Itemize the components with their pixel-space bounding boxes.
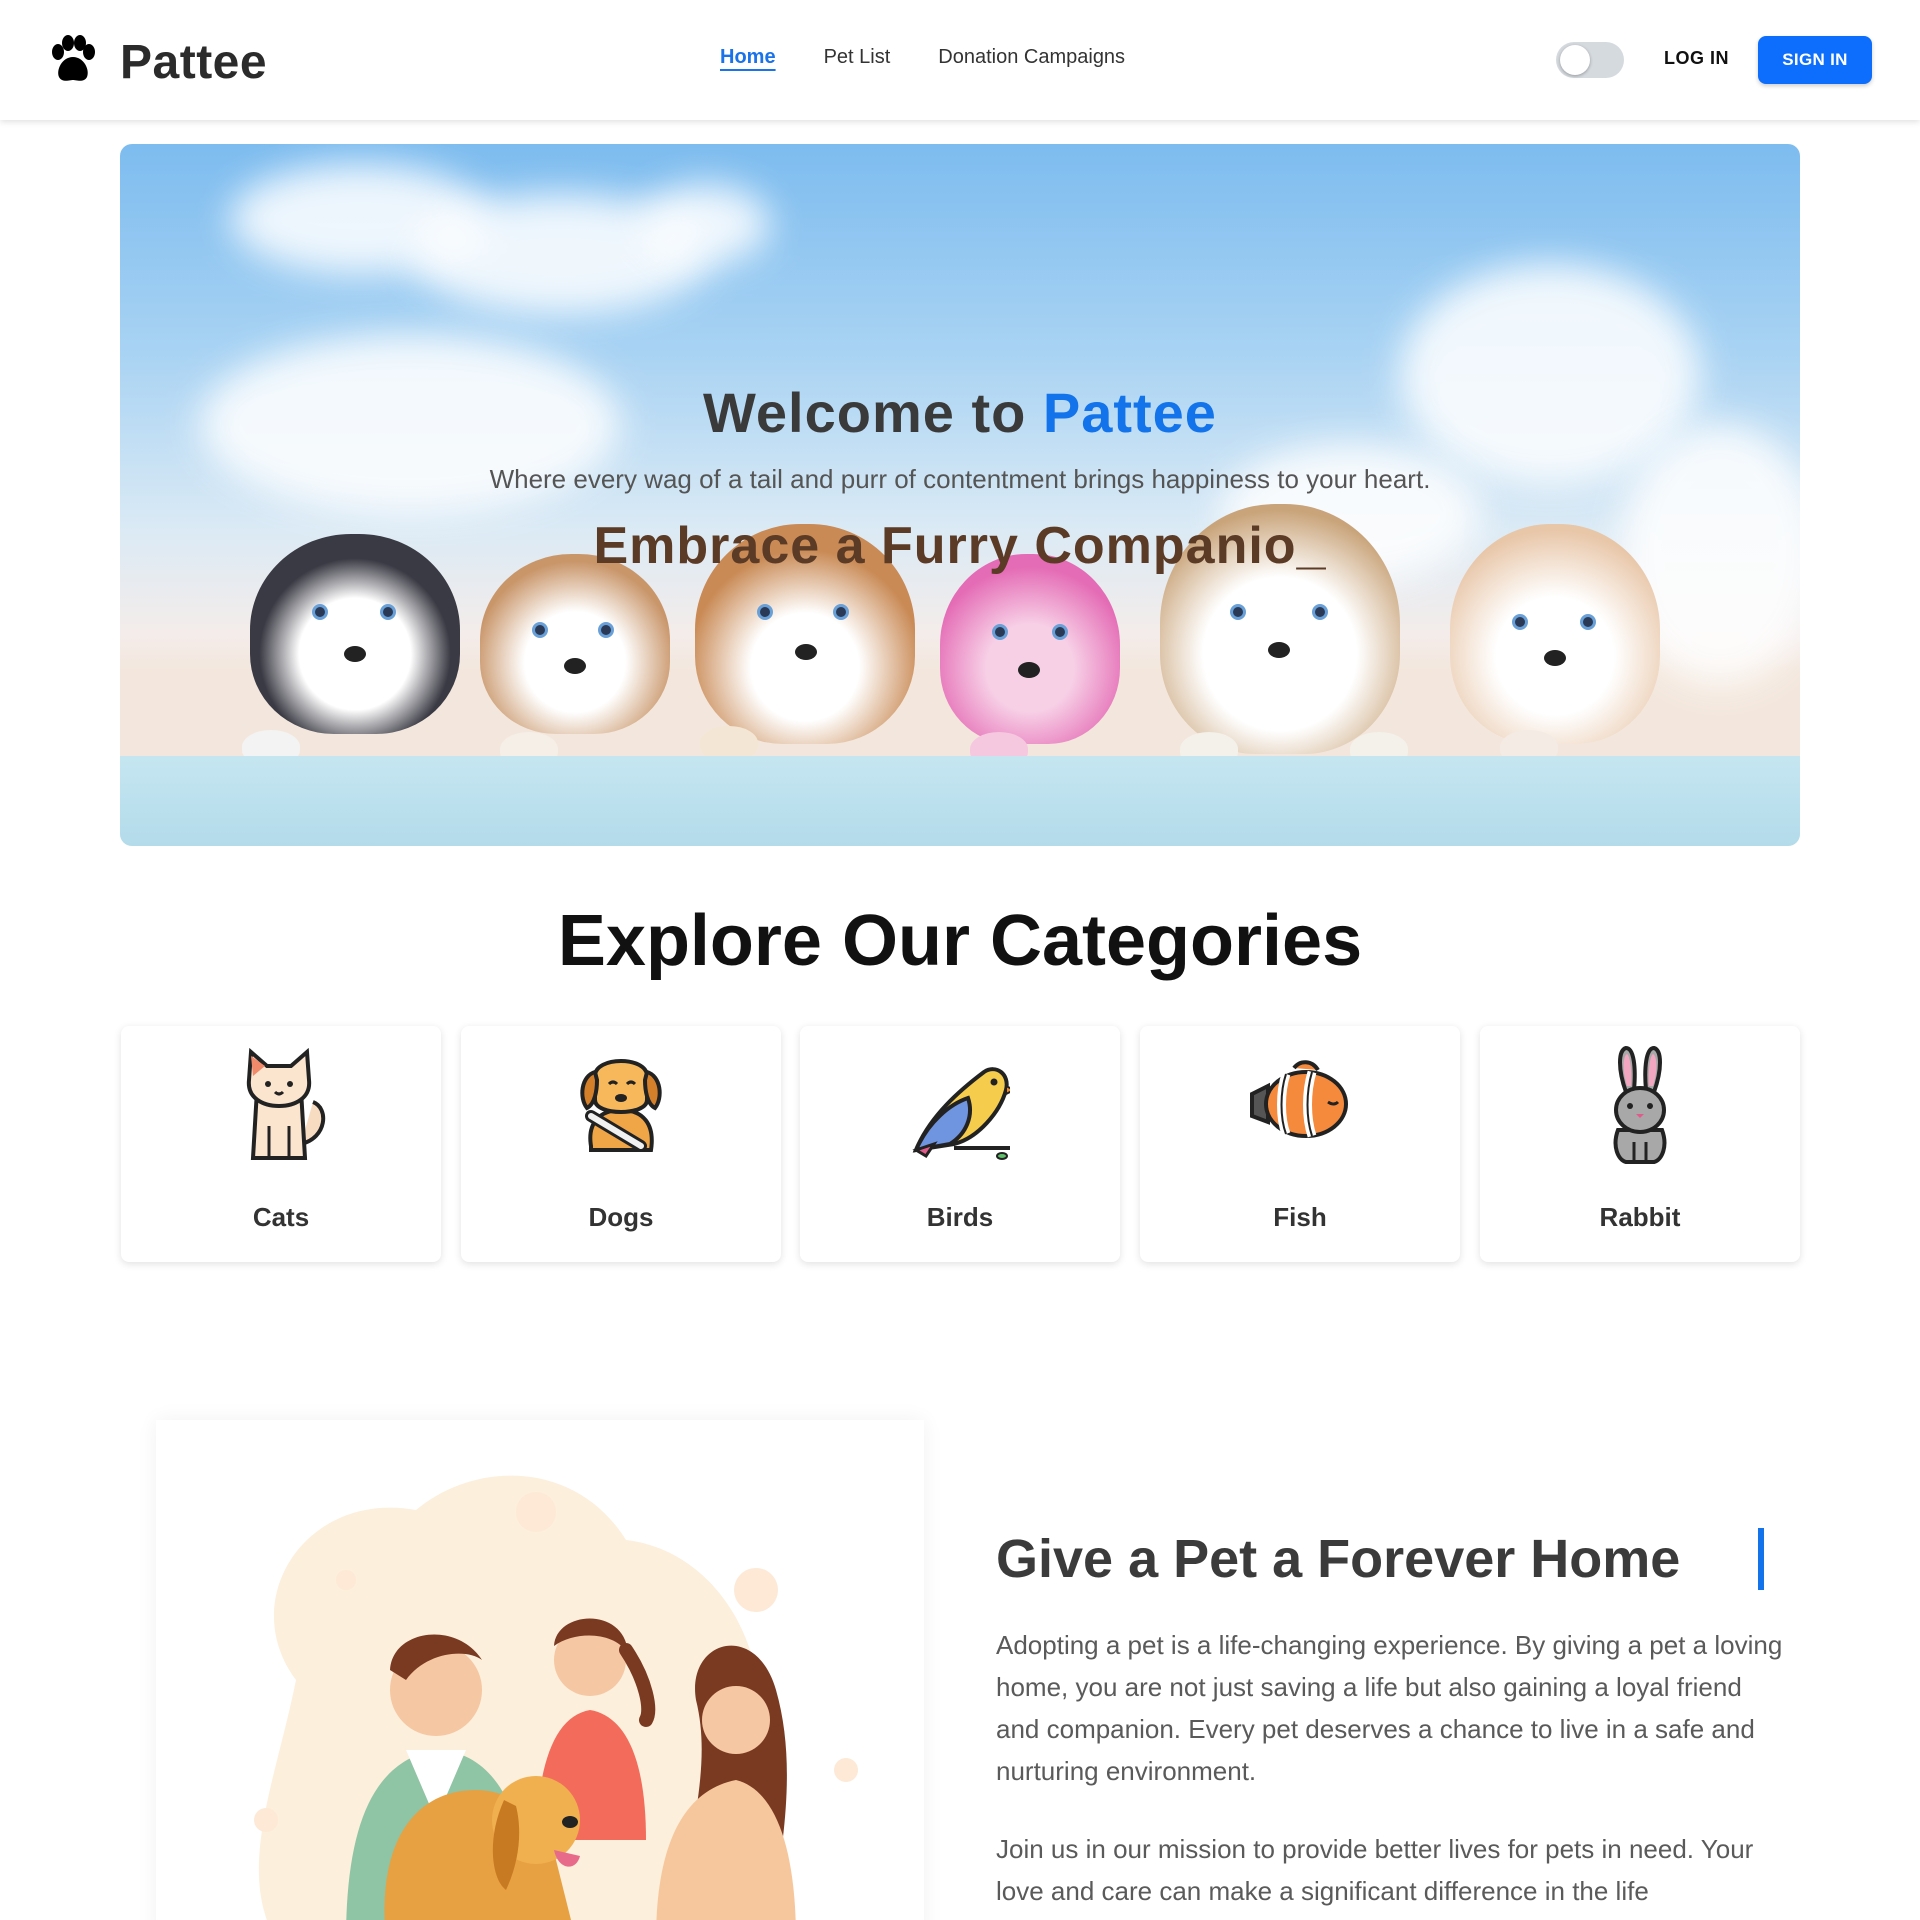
family-with-dog-illustration: [254, 1475, 858, 1920]
adopt-illustration-card: [156, 1420, 924, 1920]
category-label: Dogs: [588, 1202, 654, 1232]
logo[interactable]: Pattee: [44, 32, 267, 93]
hero-banner: Welcome to Pattee Where every wag of a t…: [120, 144, 1800, 846]
hero-title-prefix: Welcome to: [703, 381, 1043, 444]
typing-caret: [1758, 1528, 1764, 1590]
category-card-fish[interactable]: Fish: [1140, 1026, 1460, 1262]
theme-toggle[interactable]: [1556, 42, 1624, 78]
adopt-paragraph-2: Join us in our mission to provide better…: [996, 1834, 1754, 1906]
paw-icon: [44, 32, 100, 93]
category-label: Cats: [252, 1202, 310, 1232]
category-card-birds[interactable]: Birds: [800, 1026, 1120, 1262]
nav-pet-list[interactable]: Pet List: [824, 46, 891, 69]
hero-subtitle: Where every wag of a tail and purr of co…: [489, 464, 1431, 494]
category-card-cats[interactable]: Cats: [121, 1026, 441, 1262]
category-label: Birds: [926, 1202, 994, 1232]
login-button[interactable]: LOG IN: [1664, 48, 1729, 69]
hero-title-brand: Pattee: [1042, 381, 1217, 444]
hero-typed-text: Embrace a Furry Companio_: [593, 517, 1327, 575]
main-nav: Home Pet List Donation Campaigns: [720, 46, 1125, 69]
category-label: Fish: [1273, 1202, 1327, 1232]
signin-button[interactable]: SIGN IN: [1758, 36, 1872, 84]
adopt-paragraph-1: Adopting a pet is a life-changing experi…: [996, 1630, 1783, 1786]
toggle-knob: [1560, 45, 1590, 75]
navbar: Pattee Home Pet List Donation Campaigns …: [0, 0, 1920, 120]
logo-text: Pattee: [120, 36, 268, 89]
adopt-title: Give a Pet a Forever Home: [996, 1529, 1681, 1589]
hero-title: Welcome to Pattee: [120, 380, 1800, 445]
category-card-rabbit[interactable]: Rabbit: [1480, 1026, 1800, 1262]
category-label: Rabbit: [1599, 1202, 1681, 1232]
nav-home[interactable]: Home: [720, 46, 776, 69]
nav-donation-campaigns[interactable]: Donation Campaigns: [938, 46, 1125, 69]
categories-title: Explore Our Categories: [557, 901, 1363, 981]
category-card-dogs[interactable]: Dogs: [461, 1026, 781, 1262]
